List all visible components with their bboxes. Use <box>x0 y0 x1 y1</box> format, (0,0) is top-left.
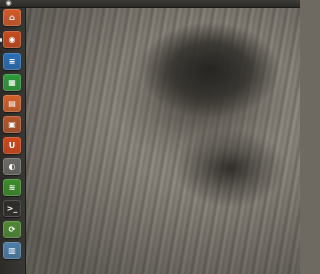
launcher: ⌂ ◉ ≡ ▦ ▤ ▣ U ◐ ≋ >_ ⟳ ▥ <box>0 0 26 274</box>
libreoffice-impress-icon: ▤ <box>8 99 16 108</box>
desktop-wallpaper <box>25 8 300 274</box>
system-settings-icon: ◐ <box>8 162 16 171</box>
launcher-item-6[interactable]: U <box>3 137 21 154</box>
launcher-item-4[interactable]: ▤ <box>3 95 21 112</box>
launcher-item-8[interactable]: ≋ <box>3 179 21 196</box>
launcher-item-9[interactable]: >_ <box>3 200 21 217</box>
terminal-icon: >_ <box>6 204 18 213</box>
launcher-item-2[interactable]: ≡ <box>3 53 21 70</box>
launcher-item-7[interactable]: ◐ <box>3 158 21 175</box>
spotify-icon: ≋ <box>8 183 16 192</box>
libreoffice-writer-icon: ≡ <box>8 57 16 66</box>
ubuntu-home-icon: ⌂ <box>9 13 15 22</box>
running-indicator <box>0 38 2 42</box>
dash-home-icon[interactable]: ◉ <box>4 0 13 7</box>
top-panel <box>0 0 300 8</box>
launcher-item-3[interactable]: ▦ <box>3 74 21 91</box>
launcher-item-10[interactable]: ⟳ <box>3 221 21 238</box>
update-manager-icon: ⟳ <box>8 225 16 234</box>
launcher-item-11[interactable]: ▥ <box>3 242 21 259</box>
libreoffice-calc-icon: ▦ <box>8 78 16 87</box>
ubuntu-one-icon: U <box>8 141 16 150</box>
launcher-item-5[interactable]: ▣ <box>3 116 21 133</box>
software-center-icon: ▣ <box>8 120 16 129</box>
launcher-item-1[interactable]: ◉ <box>3 31 21 48</box>
launcher-item-0[interactable]: ⌂ <box>3 9 21 26</box>
firefox-icon: ◉ <box>8 35 16 44</box>
workspace-switcher-icon: ▥ <box>8 246 16 255</box>
